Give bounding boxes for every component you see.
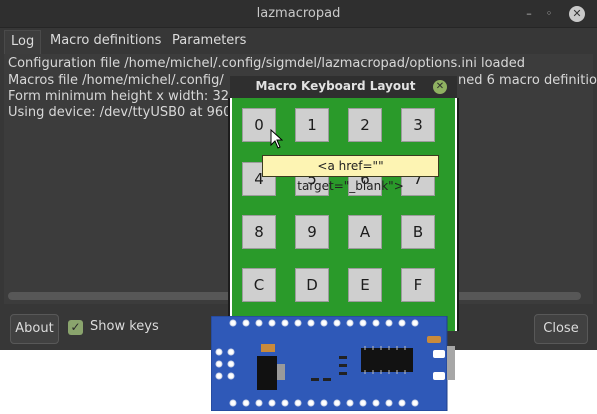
- log-line: Macros file /home/michel/.config/: [8, 73, 224, 88]
- key-3[interactable]: 3: [401, 108, 435, 142]
- minimize-icon[interactable]: –: [522, 7, 536, 21]
- key-1[interactable]: 1: [295, 108, 329, 142]
- log-line: Using device: /dev/ttyUSB0 at 960: [8, 105, 232, 120]
- log-line: Configuration file /home/michel/.config/…: [8, 56, 526, 71]
- key-c[interactable]: C: [242, 268, 276, 302]
- arduino-board-icon: [210, 315, 455, 412]
- mouse-pointer-icon: [270, 129, 283, 149]
- link-tooltip: <a href="" target="_blank">: [262, 155, 439, 193]
- tab-parameters[interactable]: Parameters: [166, 30, 252, 54]
- popup-title-bar[interactable]: Macro Keyboard Layout ✕: [230, 76, 457, 98]
- tab-log[interactable]: Log: [4, 30, 42, 54]
- title-bar[interactable]: lazmacropad – ◦ ✕: [0, 0, 597, 28]
- popup-title: Macro Keyboard Layout: [255, 79, 416, 93]
- key-a[interactable]: A: [348, 215, 382, 249]
- show-keys-checkbox[interactable]: ✓: [68, 320, 83, 335]
- key-e[interactable]: E: [348, 268, 382, 302]
- arduino-board-image: [210, 315, 455, 412]
- about-button[interactable]: About: [10, 314, 59, 344]
- popup-border-right: [457, 98, 459, 331]
- show-keys-label: Show keys: [90, 319, 159, 334]
- macro-keyboard-popup: Macro Keyboard Layout ✕ 0 1 2 3 4 5 6 7 …: [228, 76, 459, 331]
- key-8[interactable]: 8: [242, 215, 276, 249]
- window-title: lazmacropad: [256, 6, 341, 21]
- key-b[interactable]: B: [401, 215, 435, 249]
- tab-macro-definitions[interactable]: Macro definitions: [44, 30, 167, 54]
- keypad-image: 0 1 2 3 4 5 6 7 8 9 A B C D E F: [230, 98, 457, 331]
- log-line-tail: ned 6 macro definition: [458, 73, 597, 88]
- popup-border-left: [228, 98, 230, 331]
- keypad-pcb: 0 1 2 3 4 5 6 7 8 9 A B C D E F: [232, 98, 455, 331]
- popup-close-icon[interactable]: ✕: [433, 80, 447, 94]
- close-icon[interactable]: ✕: [569, 6, 585, 22]
- close-button[interactable]: Close: [534, 314, 588, 344]
- key-2[interactable]: 2: [348, 108, 382, 142]
- maximize-icon[interactable]: ◦: [542, 7, 556, 21]
- log-line: Form minimum height x width: 32: [8, 89, 229, 104]
- tab-bar: Log Macro definitions Parameters: [0, 28, 597, 54]
- key-f[interactable]: F: [401, 268, 435, 302]
- key-d[interactable]: D: [295, 268, 329, 302]
- key-9[interactable]: 9: [295, 215, 329, 249]
